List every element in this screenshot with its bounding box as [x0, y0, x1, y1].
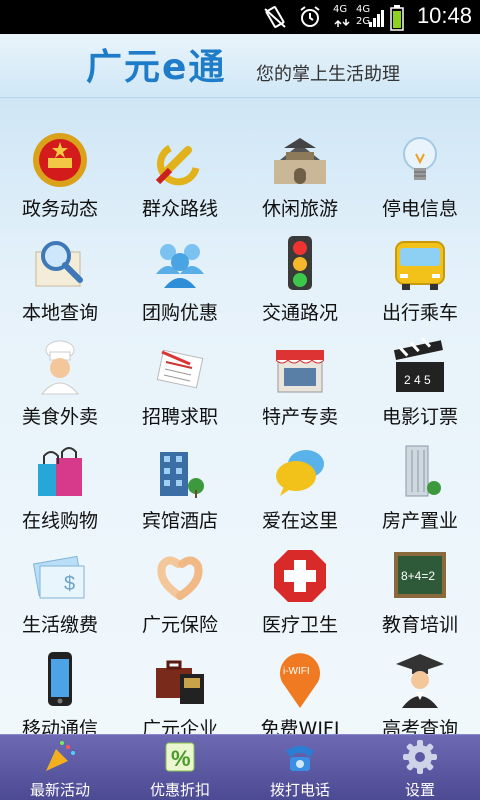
- grid-item-love-here[interactable]: 爱在这里: [240, 430, 360, 536]
- grid-item-enterprise[interactable]: 广元企业: [120, 638, 240, 744]
- grid-item-education[interactable]: 8+4=2 教育培训: [360, 534, 480, 640]
- nav-label: 优惠折扣: [149, 781, 210, 799]
- grid-item-movie-tickets[interactable]: 2 4 5 电影订票: [360, 326, 480, 432]
- app-header: 广元e通 您的掌上生活助理: [0, 34, 480, 98]
- grid-item-real-estate[interactable]: 房产置业: [360, 430, 480, 536]
- traffic-light-icon: [288, 236, 312, 290]
- shop-icon: [275, 350, 325, 393]
- blackboard-text: 8+4=2: [401, 569, 435, 583]
- resume-pen-icon: [156, 349, 204, 389]
- grid-item-label: 房产置业: [381, 510, 458, 532]
- group-people-icon: [156, 244, 204, 288]
- heart-hands-icon: [157, 556, 203, 600]
- blackboard-icon: 8+4=2: [394, 552, 446, 598]
- discount-symbol: %: [171, 746, 191, 771]
- grid-item-medical[interactable]: 医疗卫生: [240, 534, 360, 640]
- grid-item-label: 特产专卖: [261, 406, 338, 428]
- grid-item-power-outage[interactable]: 停电信息: [360, 118, 480, 224]
- magnifier-map-icon: [35, 241, 83, 287]
- clock-time: 10:48: [416, 3, 472, 28]
- chat-bubble-icon: [276, 450, 324, 496]
- bottom-nav: 最新活动 % 优惠折扣 拨打电话 设置: [0, 734, 480, 800]
- grid-item-label: 生活缴费: [21, 614, 98, 636]
- light-bulb-icon: [403, 137, 437, 180]
- grid-item-food-delivery[interactable]: 美食外卖: [0, 326, 120, 432]
- grid-item-mass-line[interactable]: 群众路线: [120, 118, 240, 224]
- grid-item-label: 停电信息: [381, 198, 458, 220]
- grid-item-online-shopping[interactable]: 在线购物: [0, 430, 120, 536]
- clapper-number: 2 4 5: [404, 373, 431, 387]
- graduate-icon: [396, 654, 444, 708]
- grid-item-group-buy[interactable]: 团购优惠: [120, 222, 240, 328]
- grid-item-label: 本地查询: [21, 302, 98, 324]
- grid-item-label: 招聘求职: [141, 406, 218, 428]
- party-horn-icon: [46, 741, 75, 771]
- grid-item-label: 出行乘车: [381, 302, 458, 324]
- grid-item-traffic[interactable]: 交通路况: [240, 222, 360, 328]
- function-grid: 政务动态 群众路线 休闲旅游 停电信息 本地查询 团购优惠 交通路况 出行乘车 …: [0, 98, 480, 740]
- nav-label: 设置: [404, 781, 435, 799]
- shopping-bag-icon: [38, 447, 82, 496]
- gear-icon: [403, 740, 437, 774]
- nav-latest-events[interactable]: 最新活动: [0, 735, 120, 800]
- clapperboard-icon: 2 4 5: [393, 338, 444, 392]
- national-emblem-icon: [33, 133, 87, 187]
- app-slogan: 您的掌上生活助理: [256, 64, 400, 85]
- hotel-icon: [160, 452, 204, 498]
- grid-item-leisure-travel[interactable]: 休闲旅游: [240, 118, 360, 224]
- grid-item-label: 美食外卖: [21, 406, 98, 428]
- grid-item-specialty-store[interactable]: 特产专卖: [240, 326, 360, 432]
- grid-item-hotel[interactable]: 宾馆酒店: [120, 430, 240, 536]
- nav-call[interactable]: 拨打电话: [240, 735, 360, 800]
- logo-text: 广元e通: [86, 47, 227, 88]
- grid-item-label: 宾馆酒店: [141, 510, 218, 532]
- grid-item-label: 广元保险: [141, 614, 218, 636]
- grid-item-free-wifi[interactable]: i-WIFI 免费WIFI: [240, 638, 360, 744]
- wifi-pin-text: i-WIFI: [283, 666, 310, 677]
- telephone-icon: [286, 746, 314, 771]
- building-icon: [405, 445, 441, 497]
- grid-item-label: 群众路线: [141, 198, 218, 220]
- grid-item-jobs[interactable]: 招聘求职: [120, 326, 240, 432]
- grid-item-government-news[interactable]: 政务动态: [0, 118, 120, 224]
- city-gate-icon: [274, 138, 326, 184]
- bus-icon: [395, 241, 445, 290]
- grid-item-label: 休闲旅游: [261, 198, 338, 220]
- signal-icon: [369, 10, 384, 27]
- grid-item-label: 医疗卫生: [261, 614, 338, 636]
- mobile-phone-icon: [48, 652, 72, 706]
- alarm-icon: [300, 6, 320, 27]
- grid-item-local-search[interactable]: 本地查询: [0, 222, 120, 328]
- grid-item-label: 教育培训: [381, 614, 458, 636]
- battery-icon: [390, 5, 404, 31]
- grid-item-label: 电影订票: [381, 406, 458, 428]
- nav-discounts[interactable]: % 优惠折扣: [120, 735, 240, 800]
- chef-icon: [40, 340, 80, 395]
- status-bar: 4G 4G 2G 10:48: [0, 0, 480, 34]
- grid-item-bus[interactable]: 出行乘车: [360, 222, 480, 328]
- discount-icon: %: [165, 742, 195, 772]
- vibrate-icon: [264, 6, 286, 28]
- grid-item-mobile[interactable]: 移动通信: [0, 638, 120, 744]
- nav-label: 拨打电话: [269, 781, 330, 799]
- briefcase-icon: [156, 660, 204, 704]
- app-logo: 广元e通: [86, 42, 226, 90]
- wifi-pin-icon: i-WIFI: [280, 653, 320, 708]
- payment-card-icon: $: [32, 555, 85, 599]
- grid-item-label: 政务动态: [21, 198, 98, 220]
- grid-item-bill-payment[interactable]: $ 生活缴费: [0, 534, 120, 640]
- grid-item-label: 团购优惠: [141, 302, 218, 324]
- grid-item-label: 爱在这里: [261, 510, 338, 532]
- medical-cross-icon: [274, 550, 326, 602]
- party-emblem-icon: [155, 144, 200, 186]
- svg-text:$: $: [64, 573, 75, 595]
- grid-item-label: 在线购物: [21, 510, 98, 532]
- grid-item-exam-results[interactable]: 高考查询: [360, 638, 480, 744]
- grid-item-label: 交通路况: [261, 302, 338, 324]
- data-arrows-icon: [334, 19, 350, 27]
- nav-settings[interactable]: 设置: [360, 735, 480, 800]
- grid-item-insurance[interactable]: 广元保险: [120, 534, 240, 640]
- nav-label: 最新活动: [29, 781, 90, 799]
